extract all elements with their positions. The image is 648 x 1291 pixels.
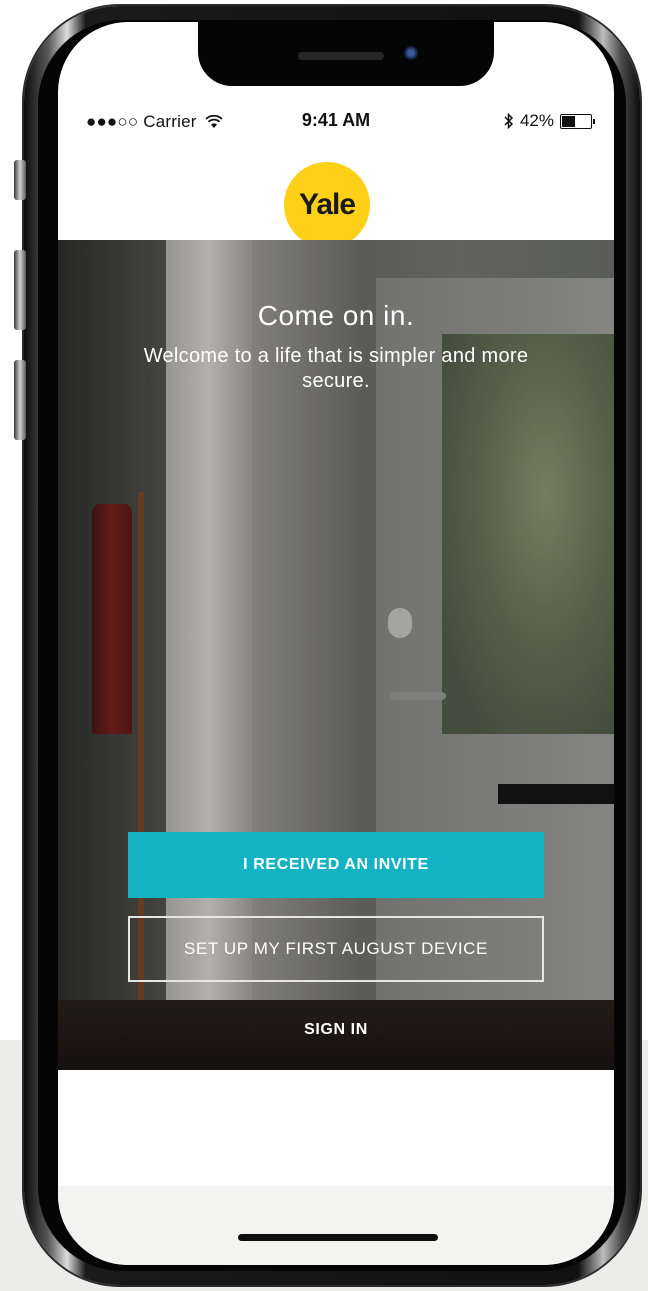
bluetooth-icon — [504, 113, 514, 129]
front-camera — [404, 46, 418, 60]
battery-icon — [560, 113, 595, 129]
volume-down-button — [14, 360, 26, 440]
battery-percent: 42% — [519, 111, 554, 130]
welcome-headline: Come on in. — [257, 300, 415, 331]
sign-in-button[interactable]: SIGN IN — [128, 1008, 544, 1052]
home-indicator[interactable] — [238, 1234, 438, 1241]
mute-switch — [14, 160, 26, 200]
status-bar: ●●●○○ Carrier 9:41 AM 42% — [58, 110, 614, 136]
bottom-area — [58, 1186, 614, 1265]
setup-device-button[interactable]: SET UP MY FIRST AUGUST DEVICE — [128, 916, 544, 982]
status-right: 42% — [504, 111, 595, 131]
yale-logo: Yale — [284, 162, 370, 248]
phone-screen: ●●●○○ Carrier 9:41 AM 42% Yale Come on i… — [58, 22, 614, 1265]
speaker-grille — [298, 52, 384, 60]
received-invite-button[interactable]: I RECEIVED AN INVITE — [128, 832, 544, 898]
notch — [198, 22, 494, 86]
welcome-subheadline: Welcome to a life that is simpler and mo… — [143, 345, 529, 392]
volume-up-button — [14, 250, 26, 330]
